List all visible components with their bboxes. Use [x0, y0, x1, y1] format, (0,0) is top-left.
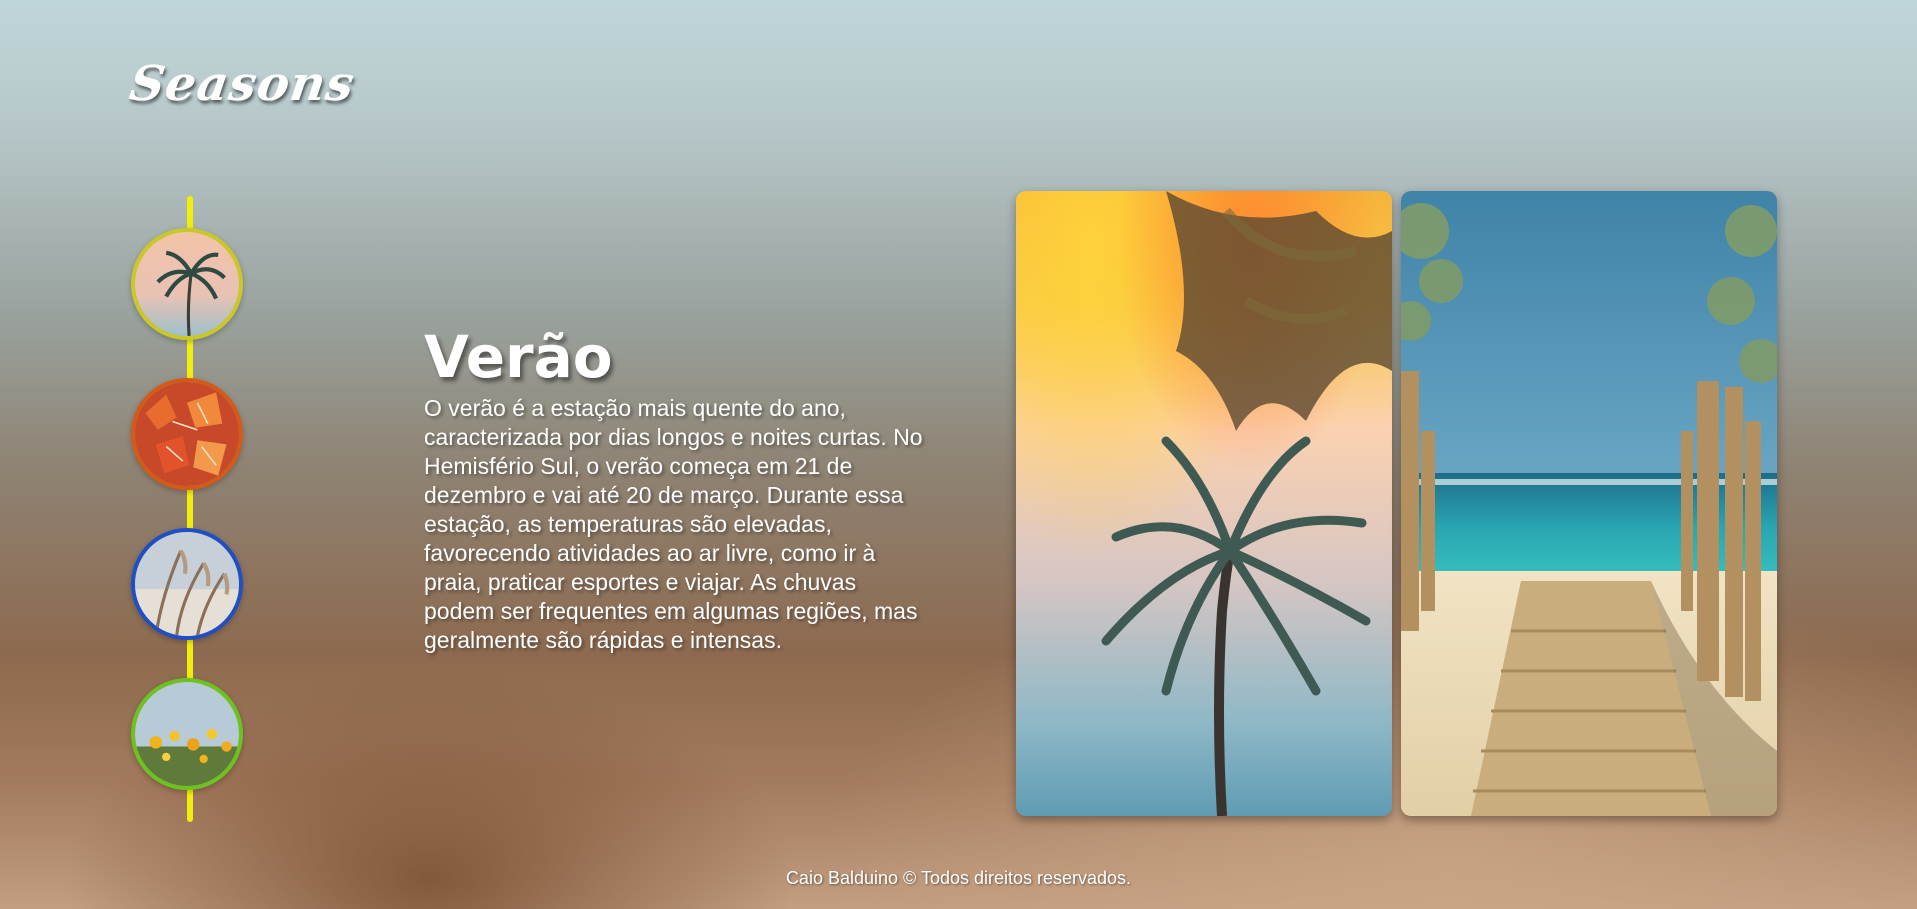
- season-thumb-autumn[interactable]: [131, 378, 243, 490]
- footer-text: Caio Balduino © Todos direitos reservado…: [785, 868, 1132, 888]
- season-thumb-winter[interactable]: [131, 528, 243, 640]
- season-description: O verão é a estação mais quente do ano, …: [424, 395, 923, 653]
- winter-grass-thumbnail-icon: [135, 532, 239, 636]
- palm-tree-thumbnail-icon: [135, 232, 239, 336]
- season-timeline: [130, 196, 248, 822]
- season-thumb-summer[interactable]: [131, 228, 243, 340]
- season-title: Verão: [424, 323, 613, 391]
- gallery-photo-beach: [1401, 191, 1777, 816]
- app-logo: Seasons: [126, 56, 359, 112]
- season-content: Verão O verão é a estação mais quente do…: [424, 322, 944, 655]
- autumn-leaves-thumbnail-icon: [135, 382, 239, 486]
- beach-boardwalk-photo-icon: [1401, 191, 1777, 816]
- gallery-photo-palm: [1016, 191, 1392, 816]
- season-thumb-spring[interactable]: [131, 678, 243, 790]
- palm-tree-sunset-photo-icon: [1016, 191, 1392, 816]
- spring-flowers-thumbnail-icon: [135, 682, 239, 786]
